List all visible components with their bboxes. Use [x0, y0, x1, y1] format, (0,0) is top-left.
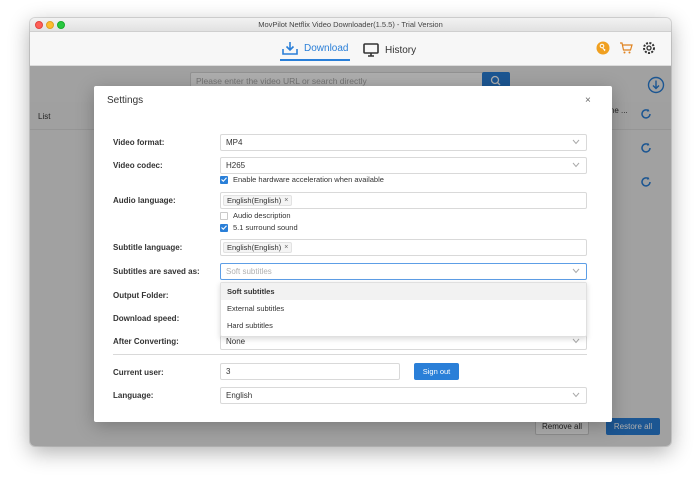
audio-language-select[interactable]: English(English) ×: [220, 192, 587, 209]
after-converting-label: After Converting:: [113, 337, 179, 346]
tab-download[interactable]: Download: [280, 37, 351, 61]
cart-icon[interactable]: [619, 41, 633, 55]
after-converting-value: None: [226, 337, 246, 346]
dialog-title: Settings: [107, 95, 144, 106]
settings-dialog: Settings × Video format: MP4 Video codec…: [94, 86, 612, 422]
title-bar: MovPilot Netflix Video Downloader(1.5.5)…: [30, 18, 671, 32]
surround-checkbox[interactable]: 5.1 surround sound: [220, 223, 298, 232]
sign-out-button[interactable]: Sign out: [414, 363, 459, 380]
window-title: MovPilot Netflix Video Downloader(1.5.5)…: [258, 20, 443, 29]
dropdown-option-external-subtitles[interactable]: External subtitles: [221, 300, 586, 317]
video-format-label: Video format:: [113, 138, 165, 147]
chevron-down-icon: [572, 139, 580, 145]
tab-download-label: Download: [304, 42, 349, 54]
subtitle-language-label: Subtitle language:: [113, 243, 183, 252]
subtitle-language-tag: English(English) ×: [223, 242, 293, 253]
checkbox-checked-icon: [220, 175, 228, 184]
subtitles-saved-as-label: Subtitles are saved as:: [113, 267, 200, 276]
current-user-value: 3: [226, 367, 231, 376]
audio-description-checkbox[interactable]: Audio description: [220, 211, 291, 220]
language-label: Language:: [113, 391, 154, 400]
remove-tag-icon[interactable]: ×: [284, 244, 288, 251]
key-icon[interactable]: [596, 41, 610, 55]
subtitles-dropdown-menu: Soft subtitles External subtitles Hard s…: [220, 282, 587, 337]
current-user-field: 3: [220, 363, 400, 380]
dropdown-option-soft-subtitles[interactable]: Soft subtitles: [221, 283, 586, 300]
remove-tag-icon[interactable]: ×: [284, 197, 288, 204]
chevron-down-icon: [572, 392, 580, 398]
current-user-label: Current user:: [113, 368, 164, 377]
video-format-select[interactable]: MP4: [220, 134, 587, 151]
divider: [113, 354, 587, 355]
hw-accel-label: Enable hardware acceleration when availa…: [233, 175, 384, 184]
audio-language-tag-text: English(English): [227, 196, 282, 205]
chevron-down-icon: [572, 338, 580, 344]
gear-icon[interactable]: [642, 41, 656, 55]
app-header: Download History: [30, 32, 671, 66]
video-codec-label: Video codec:: [113, 161, 163, 170]
checkbox-checked-icon: [220, 223, 228, 232]
video-codec-select[interactable]: H265: [220, 157, 587, 174]
language-select[interactable]: English: [220, 387, 587, 404]
dropdown-option-hard-subtitles[interactable]: Hard subtitles: [221, 317, 586, 334]
close-icon[interactable]: ×: [585, 95, 591, 106]
download-icon: [282, 42, 298, 55]
video-codec-value: H265: [226, 161, 246, 170]
language-value: English: [226, 391, 253, 400]
audio-language-tag: English(English) ×: [223, 195, 293, 206]
subtitles-saved-as-select[interactable]: Soft subtitles: [220, 263, 587, 280]
audio-description-label: Audio description: [233, 211, 291, 220]
subtitle-language-tag-text: English(English): [227, 243, 282, 252]
audio-language-label: Audio language:: [113, 196, 176, 205]
chevron-down-icon: [572, 162, 580, 168]
monitor-icon: [363, 43, 379, 57]
tab-history[interactable]: History: [363, 37, 416, 63]
hw-accel-checkbox[interactable]: Enable hardware acceleration when availa…: [220, 175, 384, 184]
video-format-value: MP4: [226, 138, 243, 147]
subtitles-saved-as-placeholder: Soft subtitles: [226, 267, 272, 276]
download-speed-label: Download speed:: [113, 314, 180, 323]
subtitle-language-select[interactable]: English(English) ×: [220, 239, 587, 256]
checkbox-unchecked-icon: [220, 211, 228, 220]
chevron-down-icon: [572, 268, 580, 274]
output-folder-label: Output Folder:: [113, 291, 169, 300]
tab-history-label: History: [385, 44, 417, 56]
surround-label: 5.1 surround sound: [233, 223, 298, 232]
